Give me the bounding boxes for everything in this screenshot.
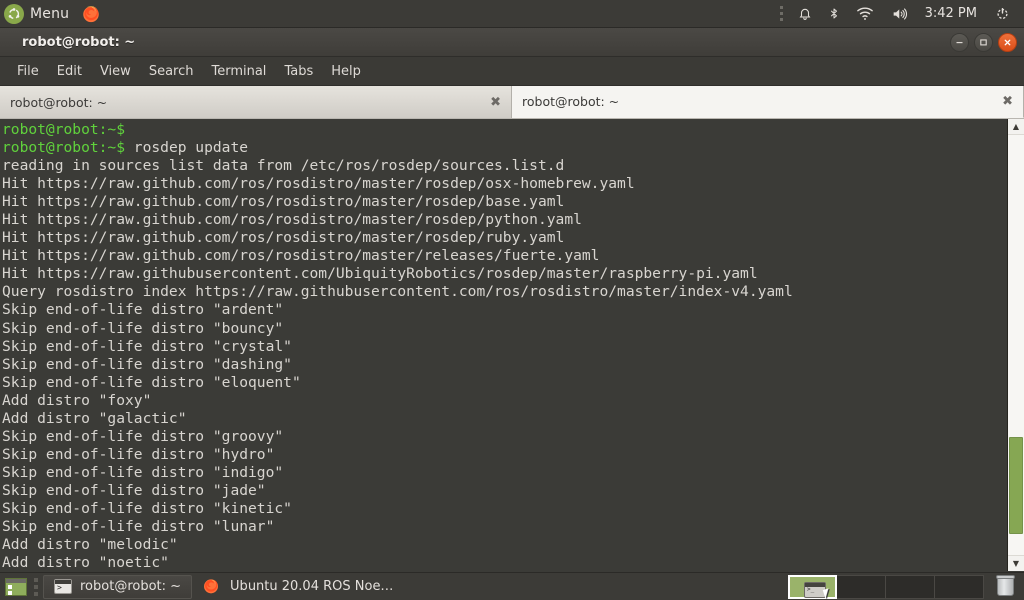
- ubuntu-logo-icon: [4, 3, 24, 24]
- scroll-down-arrow[interactable]: ▼: [1008, 555, 1024, 571]
- terminal-line: Add distro "melodic": [2, 536, 178, 554]
- terminal-line: Skip end-of-life distro "jade": [2, 481, 266, 499]
- terminal-line: Skip end-of-life distro "indigo": [2, 463, 284, 481]
- terminal-line: Skip end-of-life distro "lunar": [2, 518, 275, 536]
- window-title: robot@robot: ~: [22, 34, 136, 50]
- menu-view[interactable]: View: [91, 60, 140, 83]
- scrollbar-track[interactable]: [1008, 135, 1024, 555]
- terminal-window: robot@robot: ~ File Edit View Search Ter…: [0, 28, 1024, 572]
- workspace-1[interactable]: [788, 574, 837, 599]
- grip-dots-icon: [774, 6, 789, 21]
- terminal-body: robot@robot:~$ robot@robot:~$ rosdep upda…: [0, 119, 1024, 571]
- menu-button[interactable]: Menu: [0, 0, 75, 28]
- panel-grip-icon: [34, 577, 38, 596]
- menu-label: Menu: [30, 5, 70, 22]
- power-gear-icon[interactable]: [987, 0, 1018, 28]
- terminal-prompt: robot@robot:~$: [2, 121, 126, 138]
- bottom-panel: robot@robot: ~ Ubuntu 20.04 ROS Noe…: [0, 572, 1024, 600]
- bluetooth-icon[interactable]: [821, 0, 847, 28]
- desktop-screen: Menu 3:42 PM robot@robot: ~ File Edit Vi…: [0, 0, 1024, 600]
- terminal-prompt: robot@robot:~$: [2, 139, 126, 157]
- tab-close-icon[interactable]: ✖: [994, 95, 1013, 108]
- firefox-icon: [202, 577, 222, 597]
- terminal-line: Skip end-of-life distro "ardent": [2, 301, 284, 319]
- terminal-command: rosdep update: [125, 139, 249, 157]
- workspace-switcher: [788, 574, 984, 599]
- workspace-4[interactable]: [935, 574, 984, 599]
- menu-tabs[interactable]: Tabs: [275, 60, 322, 83]
- top-panel: Menu 3:42 PM: [0, 0, 1024, 28]
- terminal-line: Skip end-of-life distro "kinetic": [2, 499, 292, 517]
- terminal-line: Add distro "noetic": [2, 554, 169, 571]
- terminal-line: Hit https://raw.github.com/ros/rosdistro…: [2, 175, 635, 193]
- terminal-line: Skip end-of-life distro "groovy": [2, 427, 284, 445]
- terminal-line: Add distro "foxy": [2, 391, 152, 409]
- scroll-up-arrow[interactable]: ▲: [1008, 119, 1024, 135]
- terminal-line: Skip end-of-life distro "bouncy": [2, 319, 284, 337]
- volume-icon[interactable]: [883, 0, 915, 28]
- mouse-cursor-icon: [822, 587, 832, 599]
- menu-file[interactable]: File: [8, 60, 48, 83]
- terminal-line: Hit https://raw.github.com/ros/rosdistro…: [2, 247, 600, 265]
- menu-bar: File Edit View Search Terminal Tabs Help: [0, 57, 1024, 86]
- firefox-icon: [81, 4, 101, 24]
- workspace-2[interactable]: [837, 574, 886, 599]
- clock[interactable]: 3:42 PM: [917, 6, 985, 21]
- scrollbar-thumb[interactable]: [1009, 437, 1023, 534]
- close-button[interactable]: [998, 32, 1017, 52]
- terminal-tab-2[interactable]: robot@robot: ~ ✖: [512, 86, 1024, 118]
- taskbar-item-terminal[interactable]: robot@robot: ~: [43, 574, 193, 599]
- terminal-tab-1[interactable]: robot@robot: ~ ✖: [0, 86, 512, 118]
- menu-help[interactable]: Help: [322, 60, 370, 83]
- show-desktop-icon[interactable]: [3, 576, 29, 598]
- firefox-launcher[interactable]: [75, 0, 107, 28]
- taskbar-item-label: Ubuntu 20.04 ROS Noe…: [230, 579, 394, 594]
- tab-close-icon[interactable]: ✖: [482, 96, 501, 109]
- terminal-line: Hit https://raw.github.com/ros/rosdistro…: [2, 211, 582, 229]
- terminal-line: robot@robot:~$ rosdep update: [2, 139, 1007, 157]
- terminal-output[interactable]: robot@robot:~$ robot@robot:~$ rosdep upda…: [0, 119, 1007, 571]
- terminal-line: Hit https://raw.github.com/ros/rosdistro…: [2, 229, 565, 247]
- window-titlebar[interactable]: robot@robot: ~: [0, 28, 1024, 57]
- maximize-button[interactable]: [974, 32, 993, 52]
- wifi-icon[interactable]: [849, 0, 881, 28]
- terminal-line: Query rosdistro index https://raw.github…: [2, 283, 793, 301]
- terminal-line: Add distro "galactic": [2, 409, 187, 427]
- trash-icon[interactable]: [990, 575, 1020, 596]
- bell-icon[interactable]: [791, 0, 819, 28]
- terminal-line: reading in sources list data from /etc/r…: [2, 157, 565, 175]
- terminal-line: Hit https://raw.githubusercontent.com/Ub…: [2, 265, 758, 283]
- terminal-scrollbar[interactable]: ▲ ▼: [1007, 119, 1024, 571]
- tab-label: robot@robot: ~: [10, 94, 108, 110]
- taskbar-item-firefox[interactable]: Ubuntu 20.04 ROS Noe…: [192, 575, 403, 599]
- tab-bar: robot@robot: ~ ✖ robot@robot: ~ ✖: [0, 86, 1024, 119]
- menu-search[interactable]: Search: [140, 60, 203, 83]
- terminal-line: Skip end-of-life distro "eloquent": [2, 373, 301, 391]
- terminal-line: Skip end-of-life distro "hydro": [2, 445, 275, 463]
- window-controls: [950, 28, 1017, 56]
- system-tray: 3:42 PM: [774, 0, 1024, 28]
- workspace-3[interactable]: [886, 574, 935, 599]
- terminal-line: Hit https://raw.github.com/ros/rosdistro…: [2, 193, 565, 211]
- terminal-line: Skip end-of-life distro "crystal": [2, 337, 292, 355]
- terminal-icon: [54, 579, 72, 594]
- terminal-line: Skip end-of-life distro "dashing": [2, 355, 292, 373]
- menu-terminal[interactable]: Terminal: [202, 60, 275, 83]
- taskbar-item-label: robot@robot: ~: [80, 579, 182, 594]
- menu-edit[interactable]: Edit: [48, 60, 91, 83]
- tab-label: robot@robot: ~: [522, 94, 620, 109]
- terminal-line: robot@robot:~$: [2, 121, 1007, 139]
- minimize-button[interactable]: [950, 32, 969, 52]
